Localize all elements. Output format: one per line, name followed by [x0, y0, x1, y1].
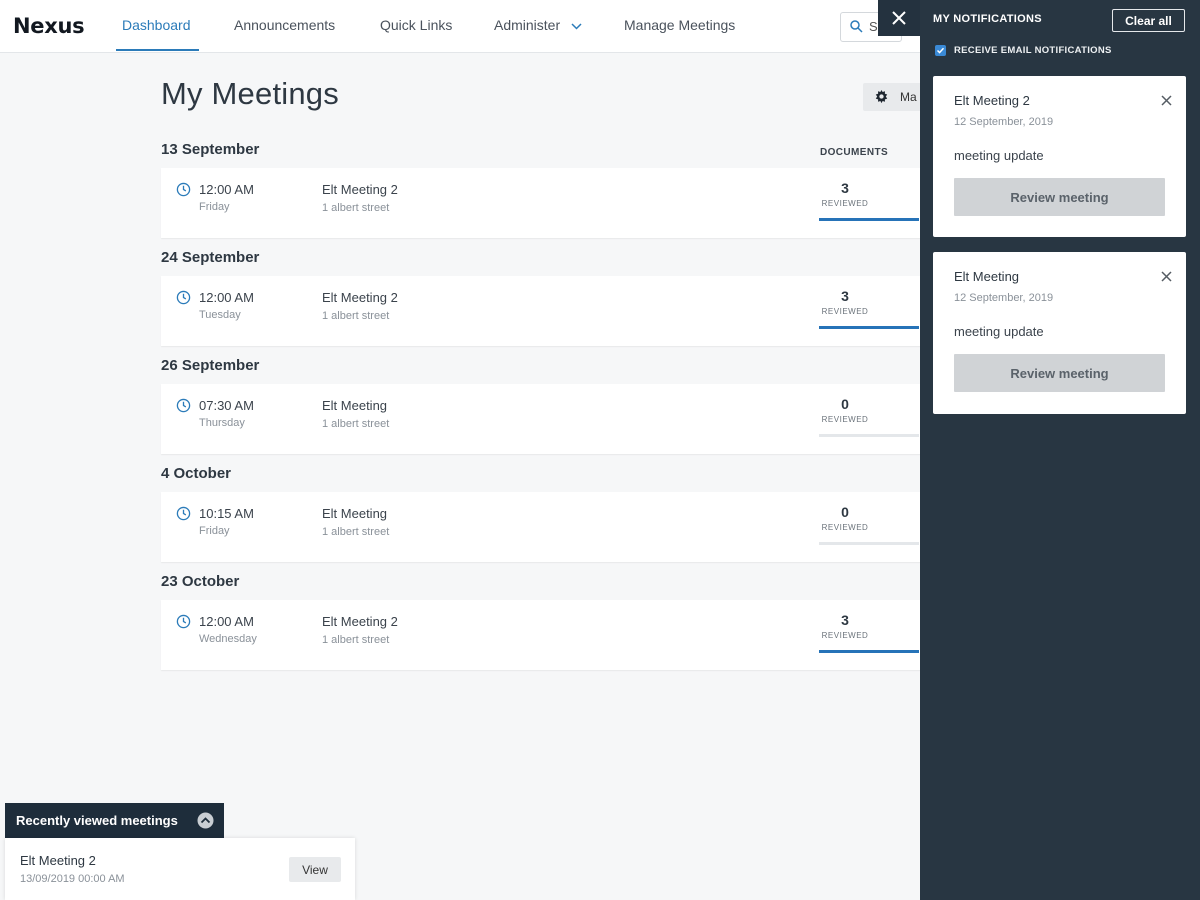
recent-meeting-title: Elt Meeting 2: [20, 853, 96, 868]
documents-count: 3: [841, 180, 849, 196]
review-progress-bar: [819, 542, 919, 545]
date-heading: 23 October: [161, 573, 240, 590]
notifications-panel: MY NOTIFICATIONS Clear all RECEIVE EMAIL…: [920, 0, 1200, 900]
meeting-title: Elt Meeting 2: [322, 290, 398, 305]
recent-meeting-date: 13/09/2019 00:00 AM: [20, 873, 125, 885]
close-icon[interactable]: [1161, 95, 1172, 106]
meeting-time: 12:00 AM: [199, 182, 254, 197]
nav-active-indicator: [116, 49, 199, 51]
recent-meeting-card: Elt Meeting 2 13/09/2019 00:00 AM View: [5, 838, 355, 900]
nav-dashboard[interactable]: Dashboard: [122, 17, 191, 33]
documents-count: 3: [841, 612, 849, 628]
search-text: S: [869, 19, 878, 34]
notification-date: 12 September, 2019: [954, 116, 1054, 128]
meeting-day: Friday: [199, 525, 230, 537]
documents-count: 0: [841, 504, 849, 520]
date-heading: 24 September: [161, 249, 260, 266]
nav-manage-meetings[interactable]: Manage Meetings: [624, 17, 735, 33]
reviewed-label: REVIEWED: [821, 199, 869, 208]
recently-viewed-toggle[interactable]: Recently viewed meetings: [5, 803, 224, 838]
date-heading: 13 September: [161, 141, 260, 158]
meeting-title: Elt Meeting 2: [322, 182, 398, 197]
close-icon[interactable]: [1161, 271, 1172, 282]
meeting-day: Tuesday: [199, 309, 241, 321]
review-progress-bar: [819, 218, 919, 221]
review-progress-bar: [819, 650, 919, 653]
nav-administer-label: Administer: [494, 17, 561, 33]
meeting-title: Elt Meeting: [322, 398, 388, 413]
clock-icon: [176, 182, 191, 197]
checkbox-check-icon: [936, 47, 945, 54]
documents-count: 0: [841, 396, 849, 412]
notification-card: Elt Meeting 12 September, 2019 meeting u…: [933, 252, 1186, 414]
review-progress-bar: [819, 326, 919, 329]
page-title: My Meetings: [161, 76, 339, 111]
documents-column-header: DOCUMENTS: [820, 147, 889, 158]
date-heading: 4 October: [161, 465, 232, 482]
gear-icon: [875, 89, 888, 104]
meeting-day: Thursday: [199, 417, 245, 429]
notification-message: meeting update: [954, 148, 1044, 163]
clock-icon: [176, 290, 191, 305]
review-progress-fill: [819, 218, 919, 221]
meeting-time: 12:00 AM: [199, 614, 254, 629]
documents-count: 3: [841, 288, 849, 304]
meeting-card[interactable]: 12:00 AM Wednesday Elt Meeting 2 1 alber…: [161, 600, 941, 670]
review-progress-fill: [819, 326, 919, 329]
reviewed-label: REVIEWED: [821, 307, 869, 316]
meeting-card[interactable]: 07:30 AM Thursday Elt Meeting 1 albert s…: [161, 384, 941, 454]
meeting-card[interactable]: 10:15 AM Friday Elt Meeting 1 albert str…: [161, 492, 941, 562]
close-icon: [892, 11, 906, 25]
clock-icon: [176, 506, 191, 521]
meeting-time: 07:30 AM: [199, 398, 254, 413]
meeting-location: 1 albert street: [322, 418, 390, 430]
meeting-day: Friday: [199, 201, 230, 213]
notification-title: Elt Meeting 2: [954, 93, 1030, 108]
review-meeting-button[interactable]: Review meeting: [954, 354, 1165, 392]
clock-icon: [176, 398, 191, 413]
meeting-card[interactable]: 12:00 AM Friday Elt Meeting 2 1 albert s…: [161, 168, 941, 238]
notification-date: 12 September, 2019: [954, 292, 1054, 304]
chevron-down-icon: [571, 23, 582, 30]
meeting-time: 12:00 AM: [199, 290, 254, 305]
nav-announcements[interactable]: Announcements: [234, 17, 335, 33]
view-button[interactable]: View: [289, 857, 341, 882]
review-progress-fill: [819, 650, 919, 653]
date-heading: 26 September: [161, 357, 260, 374]
meeting-location: 1 albert street: [322, 310, 390, 322]
meeting-time: 10:15 AM: [199, 506, 254, 521]
reviewed-label: REVIEWED: [821, 415, 869, 424]
notifications-title: MY NOTIFICATIONS: [933, 13, 1042, 25]
search-icon: [850, 20, 863, 33]
close-notifications-button[interactable]: [878, 0, 920, 36]
app-logo[interactable]: Nexus: [13, 14, 85, 38]
meeting-card[interactable]: 12:00 AM Tuesday Elt Meeting 2 1 albert …: [161, 276, 941, 346]
recently-viewed-label: Recently viewed meetings: [16, 813, 178, 828]
review-meeting-button[interactable]: Review meeting: [954, 178, 1165, 216]
meeting-location: 1 albert street: [322, 202, 390, 214]
meeting-location: 1 albert street: [322, 526, 390, 538]
email-notifications-checkbox[interactable]: [935, 45, 946, 56]
review-progress-bar: [819, 434, 919, 437]
chevron-up-icon: [197, 812, 214, 829]
email-notifications-label: RECEIVE EMAIL NOTIFICATIONS: [954, 45, 1112, 56]
notification-card: Elt Meeting 2 12 September, 2019 meeting…: [933, 76, 1186, 237]
nav-quick-links[interactable]: Quick Links: [380, 17, 452, 33]
nav-administer[interactable]: Administer: [494, 17, 582, 33]
meeting-title: Elt Meeting 2: [322, 614, 398, 629]
notification-message: meeting update: [954, 324, 1044, 339]
reviewed-label: REVIEWED: [821, 523, 869, 532]
reviewed-label: REVIEWED: [821, 631, 869, 640]
clock-icon: [176, 614, 191, 629]
meeting-location: 1 albert street: [322, 634, 390, 646]
meeting-day: Wednesday: [199, 633, 257, 645]
meeting-title: Elt Meeting: [322, 506, 388, 521]
manage-button-label: Ma: [900, 90, 917, 104]
notification-title: Elt Meeting: [954, 269, 1020, 284]
clear-all-button[interactable]: Clear all: [1112, 9, 1185, 32]
